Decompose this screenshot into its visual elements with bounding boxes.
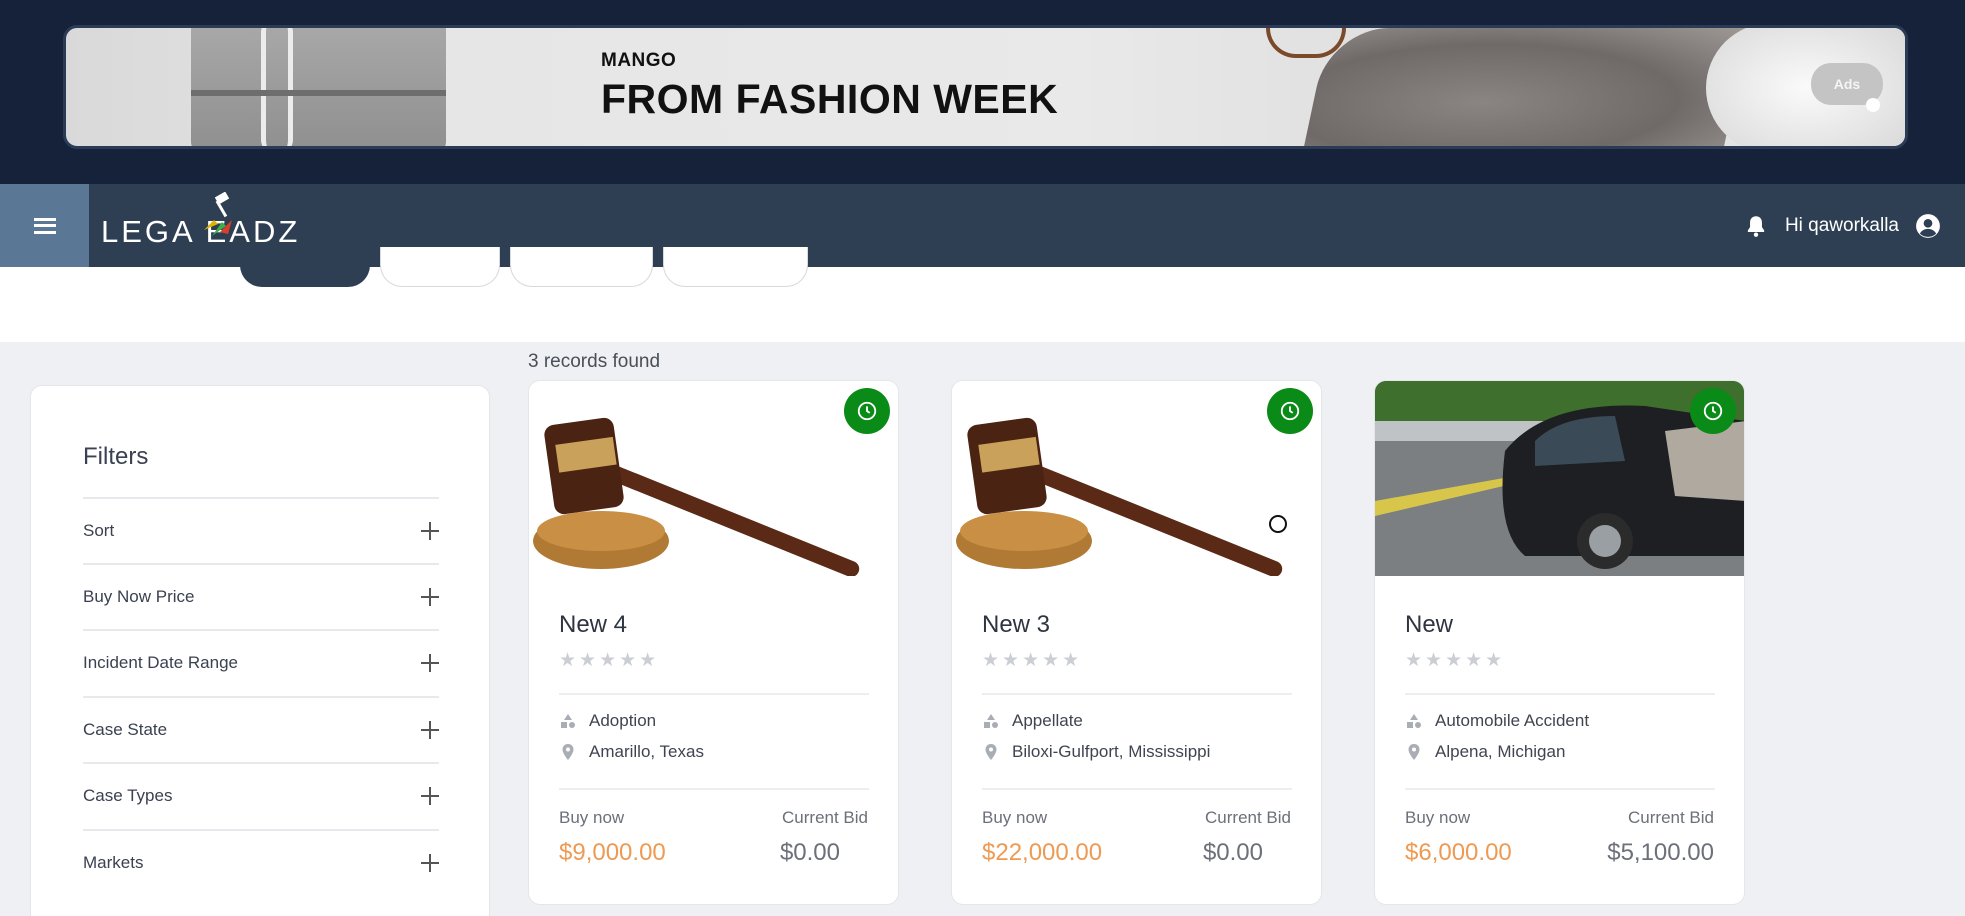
filter-incident-date-range[interactable]: Incident Date Range	[83, 629, 439, 695]
filter-markets[interactable]: Markets	[83, 829, 439, 895]
plus-icon[interactable]	[421, 721, 439, 739]
buy-now-price: $22,000.00	[982, 839, 1103, 866]
case-type-row: Appellate	[982, 711, 1083, 731]
tab-pill-active[interactable]	[240, 247, 370, 287]
filter-label: Case Types	[83, 786, 173, 805]
location-row: Alpena, Michigan	[1405, 742, 1565, 762]
location: Alpena, Michigan	[1435, 742, 1566, 761]
location-row: Biloxi-Gulfport, Mississippi	[982, 742, 1210, 762]
card-title[interactable]: New	[1405, 611, 1453, 639]
current-bid-label: Current Bid	[782, 808, 868, 827]
divider	[1405, 693, 1715, 695]
case-type-row: Adoption	[559, 711, 656, 731]
bell-icon[interactable]	[1743, 213, 1769, 239]
plus-icon[interactable]	[421, 522, 439, 540]
shapes-icon	[561, 714, 575, 728]
filter-label: Markets	[83, 853, 144, 872]
buy-now-label: Buy now	[559, 808, 625, 827]
plus-icon[interactable]	[421, 854, 439, 872]
lead-card[interactable]: New 3 ★★★★★ Appellate Biloxi-Gulfport, M…	[951, 380, 1322, 905]
divider	[559, 788, 869, 790]
shapes-icon	[984, 714, 998, 728]
rating-stars: ★★★★★	[559, 650, 660, 671]
current-bid-price: $0.00	[779, 839, 840, 866]
buy-now-label: Buy now	[1405, 808, 1471, 827]
case-type: Adoption	[589, 711, 657, 730]
ad-brand: MANGO	[601, 50, 677, 71]
shapes-icon	[1407, 714, 1421, 728]
plus-icon[interactable]	[421, 588, 439, 606]
filter-case-state[interactable]: Case State	[83, 696, 439, 762]
current-bid-label: Current Bid	[1628, 808, 1714, 827]
map-pin-icon	[1408, 744, 1420, 760]
filters-title: Filters	[83, 443, 149, 470]
case-type-row: Automobile Accident	[1405, 711, 1589, 731]
clock-icon[interactable]	[844, 388, 890, 434]
menu-button[interactable]	[0, 184, 89, 267]
lead-card[interactable]: New ★★★★★ Automobile Accident Alpena, Mi…	[1374, 380, 1745, 905]
tab-pill[interactable]	[510, 247, 653, 287]
card-title[interactable]: New 4	[559, 611, 627, 639]
filter-case-types[interactable]: Case Types	[83, 762, 439, 828]
divider	[559, 693, 869, 695]
ad-banner[interactable]: MANGO FROM FASHION WEEK Ads	[63, 25, 1908, 149]
filter-label: Case State	[83, 720, 168, 739]
case-type: Automobile Accident	[1435, 711, 1590, 730]
gavel-logo-icon	[204, 192, 232, 236]
clock-icon[interactable]	[1267, 388, 1313, 434]
divider	[982, 788, 1292, 790]
card-title[interactable]: New 3	[982, 611, 1050, 639]
user-account-icon[interactable]	[1915, 213, 1941, 239]
current-bid-price: $5,100.00	[1607, 839, 1714, 866]
buy-now-price: $6,000.00	[1405, 839, 1512, 866]
records-count: 3 records found	[528, 351, 661, 372]
buy-now-label: Buy now	[982, 808, 1048, 827]
map-pin-icon	[562, 744, 574, 760]
ad-toggle-dot	[1866, 98, 1880, 112]
filter-label: Buy Now Price	[83, 587, 195, 606]
divider	[1405, 788, 1715, 790]
tab-strip	[0, 247, 1965, 342]
rating-stars: ★★★★★	[1405, 650, 1506, 671]
user-greeting[interactable]: Hi qaworkalla	[1785, 215, 1899, 237]
current-bid-label: Current Bid	[1205, 808, 1291, 827]
location: Amarillo, Texas	[589, 742, 704, 761]
lead-card[interactable]: New 4 ★★★★★ Adoption Amarillo, Texas Buy…	[528, 380, 899, 905]
tab-pill[interactable]	[663, 247, 808, 287]
filter-label: Incident Date Range	[83, 653, 238, 672]
tab-pill[interactable]	[380, 247, 500, 287]
divider	[982, 693, 1292, 695]
ad-headline: FROM FASHION WEEK	[601, 76, 1059, 122]
filter-buy-now-price[interactable]: Buy Now Price	[83, 563, 439, 629]
location-row: Amarillo, Texas	[559, 742, 704, 762]
filter-sort[interactable]: Sort	[83, 497, 439, 563]
hamburger-icon	[33, 217, 56, 234]
map-pin-icon	[985, 744, 997, 760]
ad-banner-area: MANGO FROM FASHION WEEK Ads	[0, 0, 1965, 184]
user-area: Hi qaworkalla	[1743, 184, 1941, 267]
buy-now-price: $9,000.00	[559, 839, 666, 866]
ad-bag-image	[191, 28, 446, 146]
location: Biloxi-Gulfport, Mississippi	[1012, 742, 1211, 761]
filter-label: Sort	[83, 521, 115, 540]
clock-icon[interactable]	[1690, 388, 1736, 434]
plus-icon[interactable]	[421, 787, 439, 805]
ad-sweater-image	[1302, 28, 1750, 146]
plus-icon[interactable]	[421, 654, 439, 672]
filters-panel: Filters Sort Buy Now Price Incident Date…	[30, 385, 490, 916]
rating-stars: ★★★★★	[982, 650, 1083, 671]
case-type: Appellate	[1012, 711, 1083, 730]
current-bid-price: $0.00	[1202, 839, 1263, 866]
